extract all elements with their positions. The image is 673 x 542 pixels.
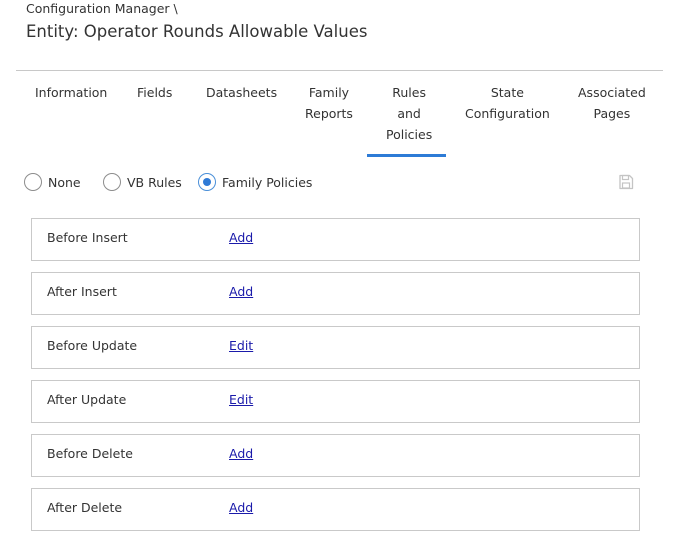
tab-state-configuration[interactable]: State Configuration: [465, 82, 550, 124]
before-insert-add-link[interactable]: Add: [229, 230, 253, 245]
radio-vb-rules-circle[interactable]: [103, 173, 121, 191]
tab-associated-pages[interactable]: Associated Pages: [578, 82, 646, 124]
rule-row-after-delete: After Delete Add: [31, 488, 640, 531]
rule-row-before-delete: Before Delete Add: [31, 434, 640, 477]
after-delete-add-link[interactable]: Add: [229, 500, 253, 515]
rule-label: Before Delete: [47, 446, 133, 461]
breadcrumb[interactable]: Configuration Manager \: [26, 1, 178, 16]
tab-bar: Information Fields Datasheets Family Repo…: [16, 71, 663, 157]
active-tab-indicator: [367, 154, 446, 157]
tab-information[interactable]: Information: [35, 82, 107, 103]
radio-family-policies-label: Family Policies: [222, 174, 313, 190]
rule-row-after-update: After Update Edit: [31, 380, 640, 423]
rule-label: Before Update: [47, 338, 138, 353]
page-title: Entity: Operator Rounds Allowable Values: [26, 22, 368, 41]
rules-list: Before Insert Add After Insert Add Befor…: [31, 218, 640, 542]
radio-family-policies[interactable]: Family Policies: [198, 171, 312, 193]
tab-datasheets[interactable]: Datasheets: [206, 82, 277, 103]
before-update-edit-link[interactable]: Edit: [229, 338, 253, 353]
before-delete-add-link[interactable]: Add: [229, 446, 253, 461]
radio-vb-rules[interactable]: VB Rules: [103, 171, 182, 193]
rule-label: After Update: [47, 392, 127, 407]
rule-row-before-insert: Before Insert Add: [31, 218, 640, 261]
radio-vb-rules-label: VB Rules: [127, 174, 182, 190]
radio-none[interactable]: None: [24, 171, 81, 193]
rule-label: Before Insert: [47, 230, 128, 245]
tab-rules-and-policies[interactable]: Rules and Policies: [386, 82, 432, 145]
after-insert-add-link[interactable]: Add: [229, 284, 253, 299]
rule-row-before-update: Before Update Edit: [31, 326, 640, 369]
rule-row-after-insert: After Insert Add: [31, 272, 640, 315]
after-update-edit-link[interactable]: Edit: [229, 392, 253, 407]
rule-type-options: None VB Rules Family Policies: [24, 170, 664, 194]
radio-none-circle[interactable]: [24, 173, 42, 191]
rule-label: After Delete: [47, 500, 123, 515]
save-icon[interactable]: [618, 174, 634, 190]
rule-label: After Insert: [47, 284, 117, 299]
tab-family-reports[interactable]: Family Reports: [305, 82, 353, 124]
radio-family-policies-circle[interactable]: [198, 173, 216, 191]
radio-none-label: None: [48, 174, 81, 190]
tab-fields[interactable]: Fields: [137, 82, 172, 103]
